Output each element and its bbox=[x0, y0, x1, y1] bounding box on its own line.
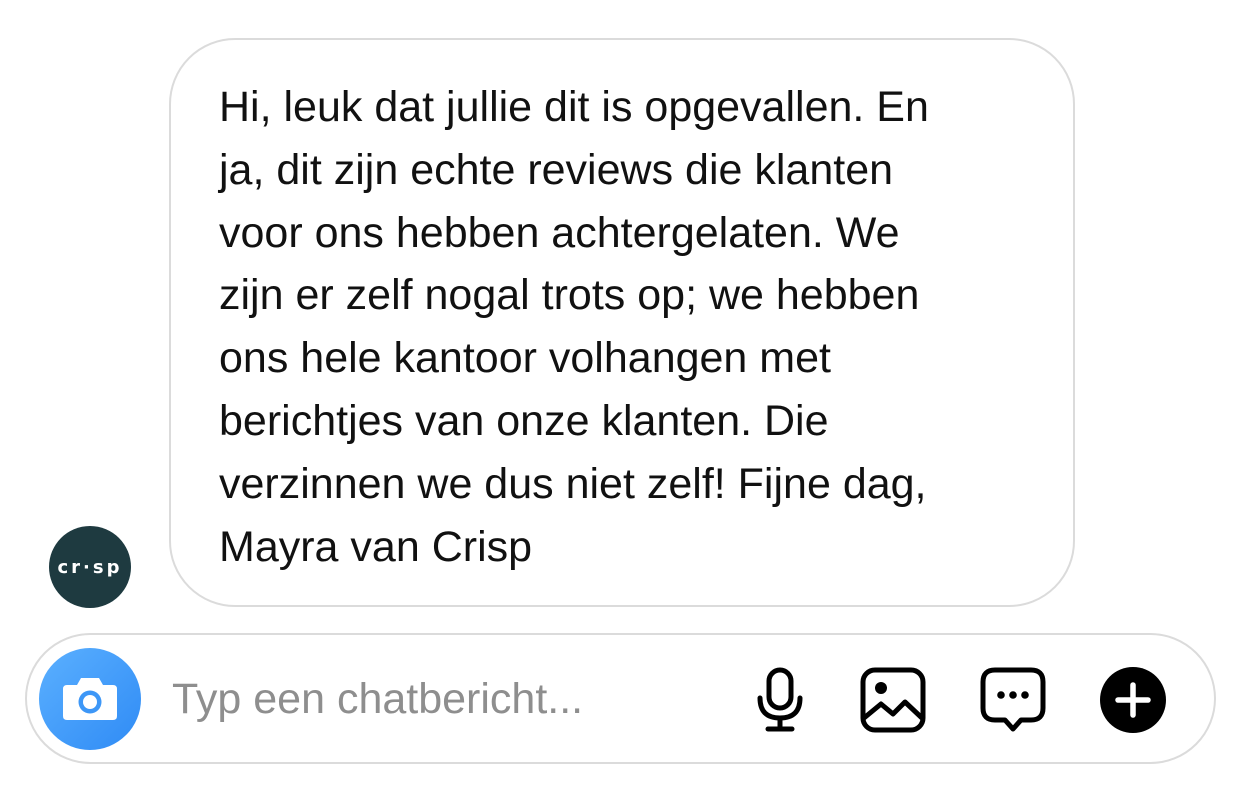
message-text: Hi, leuk dat jullie dit is opgevallen. E… bbox=[219, 83, 929, 571]
microphone-icon bbox=[757, 667, 803, 732]
add-button[interactable] bbox=[1099, 666, 1167, 734]
sticker-button[interactable] bbox=[979, 666, 1047, 734]
camera-button[interactable] bbox=[39, 648, 141, 750]
microphone-button[interactable] bbox=[746, 666, 814, 734]
message-input[interactable]: Typ een chatbericht... bbox=[172, 671, 583, 727]
chat-screen: cr·sp Hi, leuk dat jullie dit is opgeval… bbox=[0, 0, 1242, 789]
sender-avatar[interactable]: cr·sp bbox=[49, 526, 131, 608]
image-icon bbox=[860, 667, 926, 733]
plus-icon bbox=[1100, 667, 1166, 733]
camera-icon bbox=[63, 678, 117, 720]
message-bubble[interactable]: Hi, leuk dat jullie dit is opgevallen. E… bbox=[169, 38, 1075, 607]
chat-bubble-icon bbox=[980, 667, 1046, 732]
avatar-logo-text: cr·sp bbox=[57, 556, 123, 578]
gallery-button[interactable] bbox=[859, 666, 927, 734]
